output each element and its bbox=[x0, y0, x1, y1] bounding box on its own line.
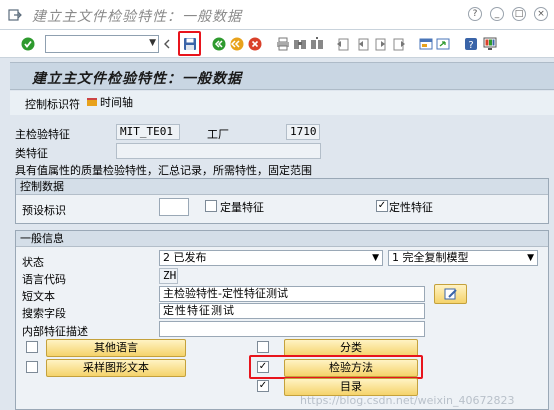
quantitative-checkbox[interactable] bbox=[205, 200, 217, 212]
exit-icon[interactable] bbox=[230, 37, 244, 51]
status-label: 状态 bbox=[22, 256, 44, 269]
status-select[interactable]: 2 已发布 ▼ bbox=[159, 250, 383, 266]
next-page-icon[interactable] bbox=[374, 37, 388, 51]
plant-label: 工厂 bbox=[207, 128, 229, 141]
cancel-icon[interactable] bbox=[248, 37, 262, 51]
other-language-checkbox bbox=[26, 341, 38, 353]
language-field: ZH bbox=[159, 268, 178, 284]
sampling-text-button[interactable]: 采样图形文本 bbox=[46, 359, 186, 377]
edit-text-button[interactable] bbox=[434, 284, 467, 304]
title-bar: 建立主文件检验特性：一般数据 ? _ □ × bbox=[0, 0, 554, 30]
edit-icon bbox=[444, 288, 457, 300]
exit-icon[interactable] bbox=[8, 8, 22, 22]
copy-model-select[interactable]: 1 完全复制模型 ▼ bbox=[388, 250, 538, 266]
standard-toolbar: ▼ ? bbox=[0, 30, 554, 58]
print-icon[interactable] bbox=[276, 37, 290, 51]
internal-description-label: 内部特征描述 bbox=[22, 325, 88, 338]
help-icon[interactable]: ? bbox=[468, 7, 482, 21]
enter-icon[interactable] bbox=[21, 37, 35, 51]
control-data-group: 控制数据 预设标识 定量特征 ✓ 定性特征 bbox=[15, 178, 549, 224]
screen-title: 建立主文件检验特性：一般数据 bbox=[32, 71, 242, 87]
catalog-checkbox: ✓ bbox=[257, 380, 269, 392]
status-value: 2 已发布 bbox=[163, 251, 207, 264]
mic-label: 主检验特征 bbox=[15, 128, 70, 141]
main-content: 主检验特征 MIT_TE01 工厂 1710 类特征 具有值属性的质量检验特性，… bbox=[10, 116, 554, 410]
language-label: 语言代码 bbox=[22, 273, 66, 286]
svg-text:?: ? bbox=[468, 40, 473, 51]
internal-description-field[interactable] bbox=[159, 321, 425, 337]
class-field bbox=[116, 143, 321, 159]
qualitative-label: 定性特征 bbox=[389, 201, 433, 214]
prev-page-icon[interactable] bbox=[356, 37, 370, 51]
layout-icon[interactable] bbox=[483, 37, 497, 51]
plant-field: 1710 bbox=[286, 124, 320, 140]
general-info-title: 一般信息 bbox=[16, 231, 548, 247]
timeline-icon bbox=[87, 98, 97, 106]
window-title: 建立主文件检验特性：一般数据 bbox=[32, 9, 242, 25]
create-session-icon[interactable] bbox=[419, 37, 433, 51]
chevron-down-icon: ▼ bbox=[372, 253, 379, 263]
shortcut-icon[interactable] bbox=[436, 37, 450, 51]
general-info-group: 一般信息 状态 2 已发布 ▼ 1 完全复制模型 ▼ 语言代码 ZH 短文本 主… bbox=[15, 230, 549, 410]
last-page-icon[interactable] bbox=[392, 37, 406, 51]
short-text-field[interactable]: 主检验特性-定性特征测试 bbox=[159, 286, 425, 302]
short-text-label: 短文本 bbox=[22, 290, 55, 303]
timeline-button[interactable]: 时间轴 bbox=[86, 94, 133, 110]
preset-field[interactable] bbox=[159, 198, 189, 216]
control-data-title: 控制数据 bbox=[16, 179, 548, 195]
dropdown-icon[interactable]: ▼ bbox=[149, 38, 156, 48]
quantitative-label: 定量特征 bbox=[220, 201, 264, 214]
find-next-icon[interactable] bbox=[310, 37, 324, 51]
characteristic-description: 具有值属性的质量检验特性，汇总记录，所需特性，固定范围 bbox=[15, 164, 312, 177]
search-field[interactable]: 定性特征测试 bbox=[159, 303, 425, 319]
preset-label: 预设标识 bbox=[22, 204, 66, 217]
find-icon[interactable] bbox=[293, 37, 307, 51]
close-icon[interactable]: × bbox=[534, 7, 548, 21]
mic-field: MIT_TE01 bbox=[116, 124, 180, 140]
classification-checkbox bbox=[257, 341, 269, 353]
save-highlight bbox=[178, 31, 201, 56]
timeline-label: 时间轴 bbox=[100, 96, 133, 109]
qualitative-checkbox[interactable]: ✓ bbox=[376, 200, 388, 212]
watermark: https://blog.csdn.net/weixin_40672823 bbox=[300, 394, 515, 407]
minimize-icon[interactable]: _ bbox=[490, 7, 504, 21]
search-field-label: 搜索字段 bbox=[22, 307, 66, 320]
control-indicator-button[interactable]: 控制标识符 bbox=[25, 96, 80, 112]
class-label: 类特征 bbox=[15, 147, 48, 160]
inspection-method-highlight bbox=[249, 355, 423, 379]
sampling-text-checkbox bbox=[26, 361, 38, 373]
chevron-down-icon: ▼ bbox=[527, 253, 534, 263]
command-field[interactable]: ▼ bbox=[45, 35, 159, 53]
chevron-left-icon[interactable] bbox=[163, 39, 171, 49]
back-icon[interactable] bbox=[212, 37, 226, 51]
search-field-value: 定性特征测试 bbox=[163, 304, 235, 317]
first-page-icon[interactable] bbox=[336, 37, 350, 51]
help-icon[interactable]: ? bbox=[464, 37, 478, 51]
other-language-button[interactable]: 其他语言 bbox=[46, 339, 186, 357]
application-toolbar: 控制标识符 时间轴 bbox=[10, 91, 554, 115]
restore-icon[interactable]: □ bbox=[512, 7, 526, 21]
screen-header: 建立主文件检验特性：一般数据 bbox=[10, 62, 554, 90]
copy-model-value: 1 完全复制模型 bbox=[392, 251, 469, 264]
